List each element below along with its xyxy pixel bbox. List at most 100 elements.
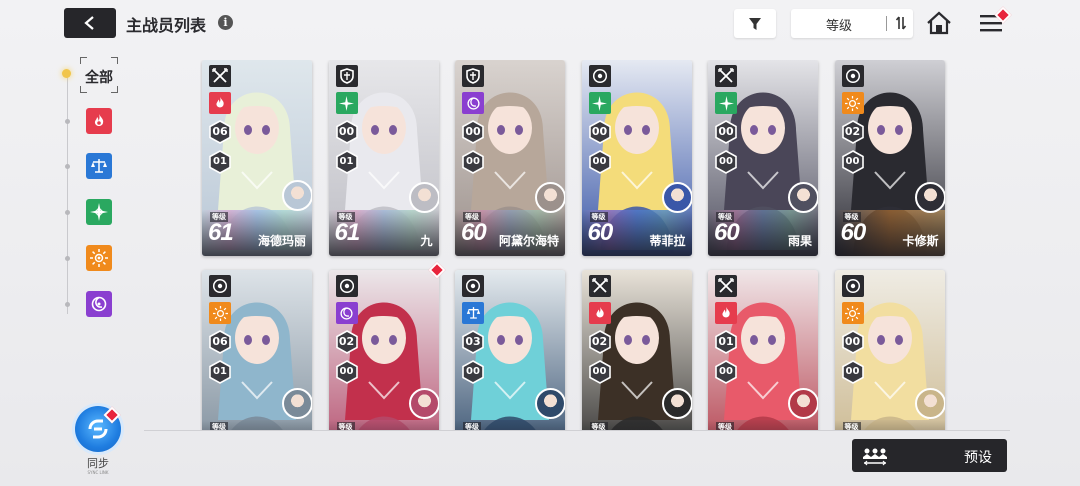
character-card[interactable]: 06 01 等级 61 海德玛丽 bbox=[202, 60, 312, 256]
corner bbox=[111, 86, 118, 93]
rank-hex: 00 bbox=[714, 120, 738, 144]
sub-rank-value: 00 bbox=[719, 156, 733, 167]
support-avatar bbox=[282, 388, 312, 419]
sub-rank-hex: 00 bbox=[461, 360, 485, 384]
track-dot bbox=[65, 119, 70, 124]
target-icon bbox=[845, 68, 860, 84]
filter-wind[interactable] bbox=[86, 199, 112, 225]
filter-void[interactable] bbox=[86, 291, 112, 317]
character-name: 蒂菲拉 bbox=[649, 234, 686, 248]
rank-value: 03 bbox=[465, 335, 481, 348]
sub-rank-value: 01 bbox=[213, 156, 227, 167]
character-card[interactable]: 00 01 等级 61 九 bbox=[328, 60, 439, 256]
filter-light[interactable] bbox=[86, 245, 112, 271]
sun-icon bbox=[90, 249, 108, 267]
character-card[interactable]: 00 00 等级 60 雨果 bbox=[708, 60, 818, 256]
character-grid: 06 01 等级 61 海德玛丽 00 01 等级 61 九 00 00 等级 … bbox=[200, 60, 948, 430]
sort-arrows-icon[interactable] bbox=[895, 15, 907, 31]
class-badge bbox=[588, 275, 611, 297]
rank-value: 01 bbox=[718, 335, 734, 348]
level-value: 61 bbox=[334, 219, 361, 246]
sort-dropdown[interactable]: 等级 bbox=[791, 9, 913, 38]
element-badge bbox=[462, 92, 484, 114]
support-avatar bbox=[788, 388, 818, 419]
preset-button[interactable]: 预设 bbox=[852, 439, 1007, 472]
character-card[interactable]: 02 00 等级 bbox=[328, 270, 439, 430]
class-badge bbox=[715, 65, 737, 87]
star-compass-icon bbox=[339, 95, 354, 111]
level-label: 等级 bbox=[842, 422, 861, 430]
target-icon bbox=[465, 278, 481, 294]
target-icon bbox=[339, 278, 354, 294]
element-badge bbox=[209, 92, 231, 114]
character-card[interactable]: 02 00 等级 bbox=[581, 270, 692, 430]
sort-label: 等级 bbox=[825, 19, 852, 34]
back-arrow-icon bbox=[84, 16, 94, 30]
sun-icon bbox=[845, 95, 860, 111]
rank-hex: 06 bbox=[208, 120, 232, 144]
character-card[interactable]: 00 00 等级 60 阿黛尔海特 bbox=[455, 60, 565, 256]
preset-label: 预设 bbox=[964, 450, 992, 466]
rank-hex: 00 bbox=[588, 120, 612, 144]
level-value: 60 bbox=[461, 219, 487, 246]
sub-rank-hex: 00 bbox=[335, 360, 359, 384]
sub-rank-hex: 01 bbox=[208, 360, 232, 384]
class-badge bbox=[588, 65, 611, 87]
corner bbox=[80, 86, 87, 93]
character-card[interactable]: 00 00 等级 bbox=[834, 270, 945, 430]
class-badge bbox=[715, 275, 737, 297]
rank-value: 00 bbox=[718, 125, 734, 138]
sub-rank-value: 00 bbox=[719, 366, 733, 377]
star-compass-icon bbox=[90, 203, 108, 221]
target-icon bbox=[212, 278, 228, 294]
filter-button[interactable] bbox=[734, 9, 776, 38]
rank-value: 06 bbox=[212, 335, 228, 348]
rank-hex: 00 bbox=[335, 120, 359, 144]
level-label: 等级 bbox=[716, 422, 734, 430]
element-badge bbox=[335, 92, 358, 114]
home-icon[interactable] bbox=[926, 11, 952, 35]
character-card[interactable]: 03 00 等级 bbox=[455, 270, 565, 430]
sub-rank-hex: 00 bbox=[841, 150, 865, 174]
character-card[interactable]: 00 00 等级 60 蒂菲拉 bbox=[581, 60, 692, 256]
level-label: 等级 bbox=[336, 422, 355, 430]
sub-rank-hex: 00 bbox=[714, 150, 738, 174]
level-value: 60 bbox=[714, 219, 740, 246]
element-badge bbox=[209, 302, 231, 324]
fire-icon bbox=[94, 114, 104, 126]
character-card[interactable]: 01 00 等级 bbox=[708, 270, 818, 430]
fire-icon bbox=[595, 306, 604, 318]
support-avatar bbox=[914, 388, 945, 419]
class-badge bbox=[335, 65, 358, 87]
track-dot bbox=[65, 256, 70, 261]
rank-hex: 00 bbox=[461, 120, 485, 144]
rank-value: 00 bbox=[465, 125, 481, 138]
level-label: 等级 bbox=[589, 422, 608, 430]
support-avatar bbox=[661, 388, 692, 419]
track-dot bbox=[65, 210, 70, 215]
character-card[interactable]: 06 01 等级 bbox=[202, 270, 312, 430]
scales-icon bbox=[466, 307, 480, 319]
star-compass-icon bbox=[592, 95, 607, 111]
level-value: 61 bbox=[208, 219, 234, 246]
info-icon[interactable]: i bbox=[218, 15, 233, 30]
back-button[interactable] bbox=[64, 8, 116, 38]
support-avatar bbox=[535, 388, 565, 419]
sub-rank-hex: 00 bbox=[588, 360, 612, 384]
fire-icon bbox=[722, 306, 730, 318]
filter-fire[interactable] bbox=[86, 108, 112, 134]
vortex-icon bbox=[340, 306, 353, 320]
level-label: 等级 bbox=[463, 422, 481, 430]
crossed-swords-icon bbox=[718, 278, 734, 293]
filter-all[interactable]: 全部 bbox=[80, 57, 118, 93]
filter-order[interactable] bbox=[86, 153, 112, 179]
target-icon bbox=[592, 68, 607, 84]
target-icon bbox=[845, 278, 860, 294]
rank-hex: 06 bbox=[208, 330, 232, 354]
sub-rank-value: 00 bbox=[339, 366, 354, 377]
crossed-swords-icon bbox=[718, 68, 734, 83]
support-avatar bbox=[408, 388, 439, 419]
sync-label: 同步 bbox=[87, 457, 109, 470]
character-card[interactable]: 02 00 等级 60 卡修斯 bbox=[834, 60, 945, 256]
support-avatar bbox=[282, 180, 312, 211]
